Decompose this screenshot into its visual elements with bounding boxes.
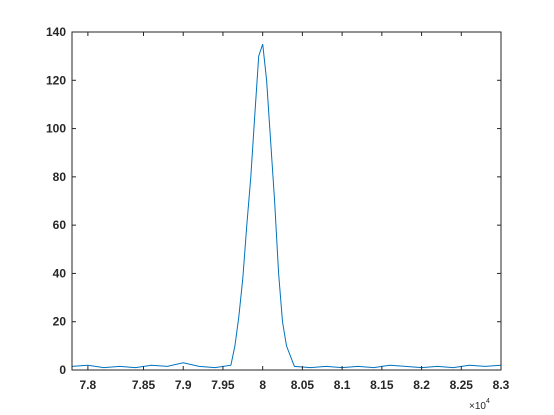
y-tick-label: 140 [46,25,66,39]
x-tick-label: 8.05 [291,378,315,392]
x-tick-label: 8.3 [493,378,510,392]
x-exponent-base: ×10 [469,401,486,412]
x-tick-label: 7.95 [211,378,235,392]
y-tick-label: 120 [46,73,66,87]
y-tick-label: 40 [53,266,67,280]
x-tick-label: 8.15 [370,378,394,392]
chart-figure: 7.8 7.85 7.9 7.95 8 8.05 8.1 8.15 8.2 8.25 8.3 0 20 4… [0,0,554,415]
x-tick-label: 7.9 [175,378,192,392]
x-tick-label: 7.85 [132,378,156,392]
x-tick-label: 8.1 [334,378,351,392]
y-tick-label: 60 [53,218,67,232]
y-tick-label: 0 [59,363,66,377]
x-tick-label: 8.2 [413,378,430,392]
plot-area [72,32,501,370]
x-tick-label: 8 [259,378,266,392]
x-tick-label: 8.25 [450,378,474,392]
x-exponent-power: 4 [486,398,490,405]
y-tick-label: 100 [46,122,66,136]
x-tick-label: 7.8 [80,378,97,392]
y-tick-label: 20 [53,315,67,329]
y-tick-label: 80 [53,170,67,184]
